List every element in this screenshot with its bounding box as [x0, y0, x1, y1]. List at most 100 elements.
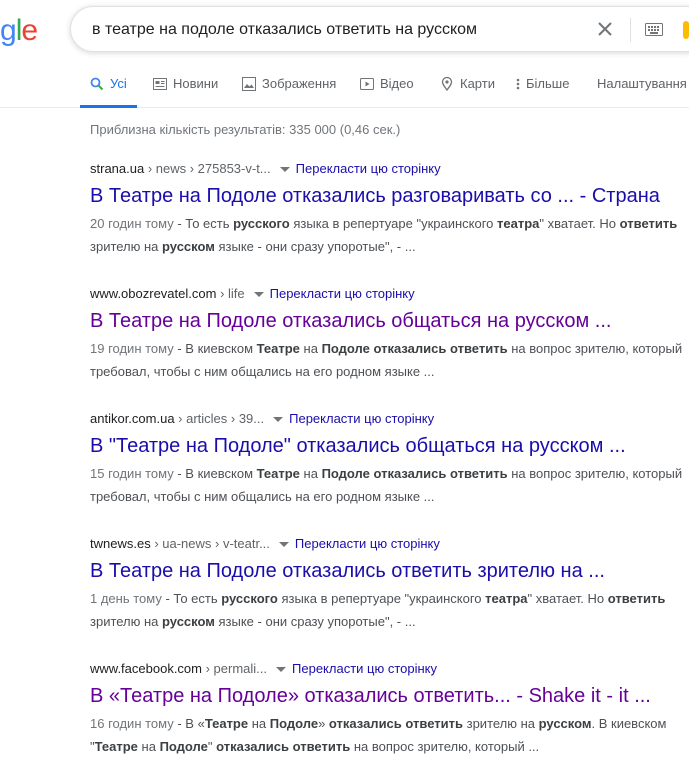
snippet-keyword: Театре	[256, 466, 300, 481]
logo-letter-g: g	[0, 14, 17, 47]
result-snippet: 1 день тому - То есть русского языка в р…	[90, 587, 689, 633]
snippet-keyword: Театре	[94, 739, 138, 754]
result-snippet: 15 годин тому - В киевском Театре на Под…	[90, 462, 689, 508]
tab-maps[interactable]: Карти	[440, 60, 495, 107]
tab-label: Відео	[380, 76, 414, 91]
snippet-keyword: ответить	[619, 216, 678, 231]
microphone-icon[interactable]	[683, 21, 689, 39]
translate-link[interactable]: Перекласти цю сторінку	[292, 661, 437, 676]
result-url[interactable]: strana.ua › news › 275853-v-t... Переклас…	[90, 160, 689, 178]
tab-all[interactable]: Усі	[80, 60, 137, 108]
tab-more[interactable]: Більше	[515, 60, 569, 107]
result-path: › news › 275853-v-t...	[144, 161, 271, 176]
result-date: 15 годин тому	[90, 466, 174, 481]
snippet-text: - То есть	[173, 216, 234, 231]
google-logo[interactable]: gle	[0, 14, 38, 48]
tab-label: Новини	[173, 76, 219, 91]
snippet-text: " хватает. Но	[527, 591, 608, 606]
translate-link[interactable]: Перекласти цю сторінку	[289, 411, 434, 426]
snippet-keyword: ответить	[450, 466, 508, 481]
snippet-text: на	[137, 739, 160, 754]
snippet-text: - В «	[173, 716, 205, 731]
snippet-text: языке - они сразу упоротые", - ...	[214, 614, 416, 629]
more-vert-icon	[516, 78, 520, 89]
result-title[interactable]: В Театре на Подоле отказались общаться н…	[90, 308, 689, 334]
snippet-text: - В киевском	[173, 466, 257, 481]
result-path: › life	[216, 286, 245, 301]
snippet-keyword: Подоле	[321, 341, 370, 356]
translate-link[interactable]: Перекласти цю сторінку	[295, 536, 440, 551]
snippet-text: языка в репертуаре "украинского	[289, 216, 498, 231]
keyboard-icon[interactable]	[645, 23, 663, 36]
result-title[interactable]: В "Театре на Подоле" отказались общаться…	[90, 433, 689, 459]
result-url[interactable]: www.obozrevatel.com › life Перекласти цю …	[90, 285, 689, 303]
snippet-text: »	[318, 716, 329, 731]
search-input[interactable]: в театре на подоле отказались ответить н…	[92, 21, 477, 39]
result-title[interactable]: В Театре на Подоле отказались ответить з…	[90, 558, 689, 584]
snippet-keyword: Театре	[204, 716, 249, 731]
tab-video[interactable]: Відео	[360, 60, 414, 107]
snippet-keyword: Подоле	[159, 739, 208, 754]
result-path: › articles › 39...	[174, 411, 265, 426]
tab-news[interactable]: Новини	[153, 60, 218, 107]
translate-link[interactable]: Перекласти цю сторінку	[296, 161, 441, 176]
snippet-text: языка в репертуаре "украинского	[277, 591, 486, 606]
logo-letter-e: e	[21, 14, 38, 47]
snippet-keyword: ответить	[450, 341, 508, 356]
result-site: www.facebook.com	[90, 661, 202, 676]
dropdown-arrow-icon[interactable]	[276, 666, 287, 672]
result-date: 19 годин тому	[90, 341, 174, 356]
result-date: 1 день тому	[90, 591, 162, 606]
snippet-keyword: ответить	[607, 591, 666, 606]
tab-settings[interactable]: Налаштування	[597, 60, 687, 107]
snippet-keyword: русском	[162, 239, 215, 254]
snippet-keyword: отказались	[328, 716, 402, 731]
tab-label: Налаштування	[597, 76, 687, 91]
image-icon	[242, 76, 256, 91]
result-path: › ua-news › v-teatr...	[150, 536, 270, 551]
map-pin-icon	[441, 76, 453, 91]
result-url[interactable]: antikor.com.ua › articles › 39... Перекла…	[90, 410, 689, 428]
snippet-keyword: русском	[162, 614, 215, 629]
dropdown-arrow-icon[interactable]	[273, 416, 284, 422]
snippet-text: на	[299, 466, 322, 481]
search-icon	[90, 77, 104, 90]
search-tabs: Усі Новини Зображення Відео Карти Більше…	[0, 60, 689, 108]
snippet-keyword: отказались	[373, 466, 447, 481]
result-title[interactable]: В «Театре на Подоле» отказались ответить…	[90, 683, 689, 709]
search-box[interactable]: в театре на подоле отказались ответить н…	[70, 6, 689, 52]
snippet-text: языке - они сразу упоротые", - ...	[214, 239, 416, 254]
search-result: twnews.es › ua-news › v-teatr... Переклас…	[90, 535, 689, 633]
snippet-keyword: отказались	[373, 341, 447, 356]
result-title[interactable]: В Театре на Подоле отказались разговарив…	[90, 183, 689, 209]
search-result: www.obozrevatel.com › life Перекласти цю …	[90, 285, 689, 383]
snippet-text: "	[207, 739, 217, 754]
result-snippet: 19 годин тому - В киевском Театре на Под…	[90, 337, 689, 383]
result-url[interactable]: twnews.es › ua-news › v-teatr... Переклас…	[90, 535, 689, 553]
snippet-keyword: Подоле	[269, 716, 319, 731]
dropdown-arrow-icon[interactable]	[253, 291, 264, 297]
snippet-keyword: русского	[233, 216, 290, 231]
tab-label: Більше	[526, 76, 570, 91]
snippet-keyword: отказались	[216, 739, 289, 754]
result-date: 16 годин тому	[90, 716, 174, 731]
snippet-keyword: Подоле	[321, 466, 370, 481]
search-result: strana.ua › news › 275853-v-t... Переклас…	[90, 160, 689, 258]
video-icon	[360, 77, 374, 90]
search-result: antikor.com.ua › articles › 39... Перекла…	[90, 410, 689, 508]
snippet-keyword: ответить	[292, 739, 351, 754]
snippet-text: зрителю на	[90, 614, 163, 629]
result-snippet: 16 годин тому - В «Театре на Подоле» отк…	[90, 712, 689, 758]
dropdown-arrow-icon[interactable]	[279, 166, 290, 172]
tab-label: Карти	[460, 76, 495, 91]
result-url[interactable]: www.facebook.com › permali... Перекласти …	[90, 660, 689, 678]
dropdown-arrow-icon[interactable]	[278, 541, 289, 547]
snippet-text: на	[299, 341, 322, 356]
result-site: strana.ua	[90, 161, 145, 176]
result-site: www.obozrevatel.com	[90, 286, 217, 301]
tab-images[interactable]: Зображення	[242, 60, 336, 107]
translate-link[interactable]: Перекласти цю сторінку	[270, 286, 415, 301]
close-icon[interactable]	[593, 17, 617, 41]
result-date: 20 годин тому	[90, 216, 174, 231]
tab-label: Зображення	[262, 76, 337, 91]
